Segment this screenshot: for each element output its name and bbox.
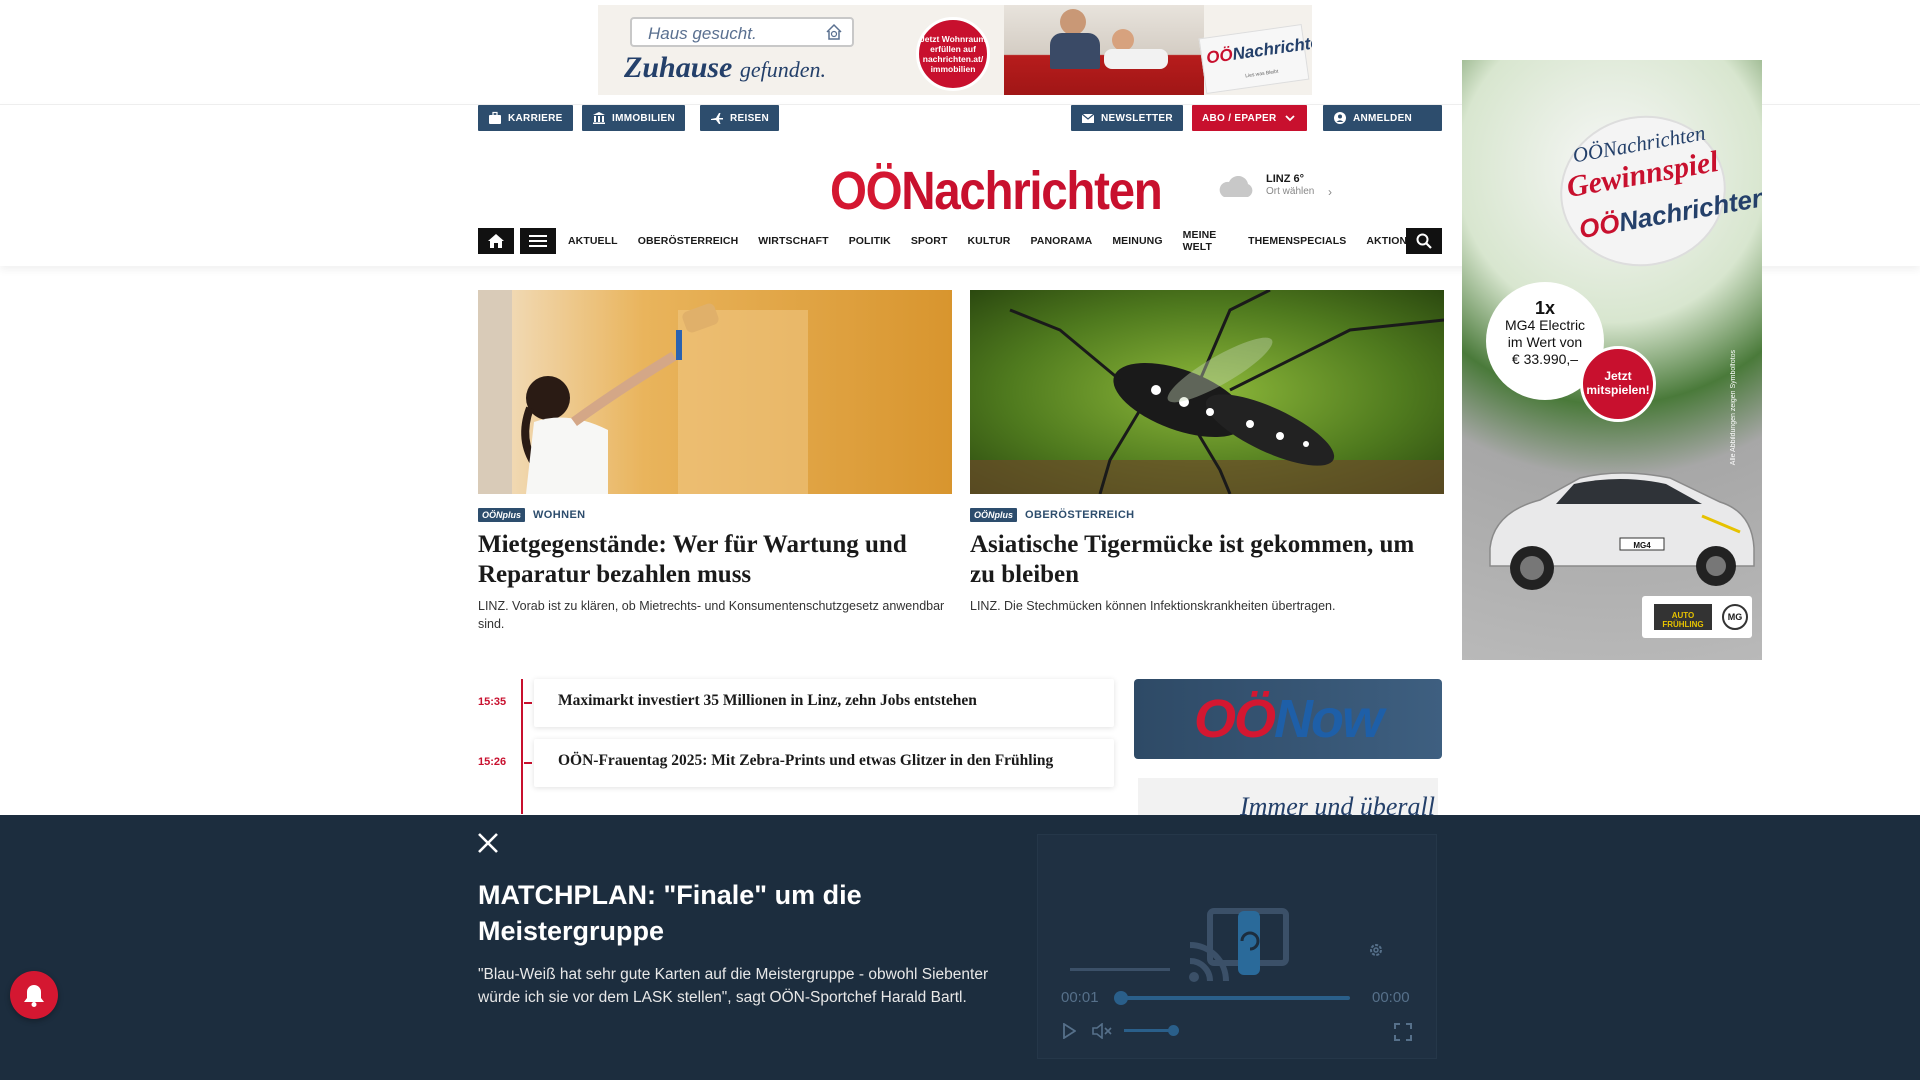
car-image: MG4 — [1489, 472, 1755, 590]
nav-list: AKTUELL OBERÖSTERREICH WIRTSCHAFT POLITI… — [568, 228, 1442, 254]
nav-item-kultur[interactable]: KULTUR — [967, 235, 1010, 247]
immer-ueberall-banner[interactable]: Immer und überall — [1138, 778, 1438, 818]
newsletter-button[interactable]: NEWSLETTER — [1071, 105, 1183, 131]
car-plate: MG4 — [1633, 541, 1651, 550]
building-icon — [593, 112, 605, 124]
nav-item-meinung[interactable]: MEINUNG — [1112, 235, 1162, 247]
page: Haus gesucht. Zuhause gefunden. Jetzt Wo… — [0, 0, 1920, 1080]
timeline-item[interactable]: 15:35 Maximarkt investiert 35 Millionen … — [478, 679, 1114, 727]
dealer-logo: AUTO FRÜHLING — [1654, 604, 1712, 630]
skyscraper-ad[interactable]: OÖNachrichten Gewinnspiel OÖNachrichten … — [1462, 60, 1762, 660]
article-card[interactable]: OÖNplus OBERÖSTERREICH Asiatische Tigerm… — [970, 290, 1444, 615]
banner-tagline: Zuhause gefunden. — [624, 51, 827, 84]
article-image-painting — [478, 290, 952, 494]
reisen-button[interactable]: REISEN — [700, 105, 780, 131]
nav-item-sport[interactable]: SPORT — [911, 235, 948, 247]
plane-icon — [711, 113, 723, 124]
nav-item-themenspecials[interactable]: THEMENSPECIALS — [1248, 235, 1346, 247]
article-category[interactable]: WOHNEN — [533, 509, 586, 521]
article-headline[interactable]: Asiatische Tigermücke ist gekommen, um z… — [970, 530, 1444, 590]
article-image-mosquito — [970, 290, 1444, 494]
timeline-title[interactable]: Maximarkt investiert 35 Millionen in Lin… — [534, 679, 1114, 727]
article-teaser: LINZ. Vorab ist zu klären, ob Mietrechts… — [478, 599, 945, 631]
cloud-icon — [1219, 176, 1253, 197]
banner-search-box: Haus gesucht. — [630, 17, 854, 47]
hamburger-icon — [529, 235, 547, 247]
banner-newspaper: OÖNachrichten Lies was Bleibt — [1198, 24, 1312, 94]
timeline-time: 15:26 — [478, 756, 507, 768]
article-meta: OÖNplus OBERÖSTERREICH — [970, 508, 1444, 522]
mg-logo: MG — [1722, 604, 1748, 630]
video-overlay: MATCHPLAN: "Finale" um die Meistergruppe… — [0, 815, 1920, 1080]
timeline-time: 15:35 — [478, 696, 507, 708]
mini-progress — [1070, 968, 1170, 971]
notification-button[interactable] — [10, 971, 58, 1019]
search-button[interactable] — [1406, 228, 1442, 254]
gear-icon[interactable] — [1368, 942, 1384, 958]
article-card[interactable]: OÖNplus WOHNEN Mietgegenstände: Wer für … — [478, 290, 952, 633]
weather-widget[interactable]: LINZ 6° Ort wählen › — [1216, 170, 1346, 204]
nav-item-meine-welt[interactable]: MEINE WELT — [1183, 229, 1228, 253]
mail-icon — [1081, 113, 1095, 123]
banner-search-text: Haus gesucht. — [648, 24, 757, 43]
user-icon — [1334, 112, 1346, 124]
nav-item-wirtschaft[interactable]: WIRTSCHAFT — [758, 235, 828, 247]
search-icon — [1416, 233, 1432, 249]
fullscreen-icon[interactable] — [1394, 1023, 1412, 1041]
progress-bar[interactable] — [1118, 996, 1350, 1000]
ad-cta-button[interactable]: Jetzt mitspielen! — [1580, 346, 1656, 422]
immobilien-button[interactable]: IMMOBILIEN — [582, 105, 685, 131]
total-time: 00:00 — [1372, 989, 1410, 1006]
oenow-banner[interactable]: OÖ Now — [1134, 679, 1442, 759]
overlay-title[interactable]: MATCHPLAN: "Finale" um die Meistergruppe — [478, 877, 978, 949]
article-category[interactable]: OBERÖSTERREICH — [1025, 509, 1135, 521]
nav-item-oberoesterreich[interactable]: OBERÖSTERREICH — [638, 235, 739, 247]
current-time: 00:01 — [1061, 989, 1099, 1006]
abo-epaper-button[interactable]: ABO / EPAPER — [1192, 105, 1307, 131]
overlay-text: "Blau-Weiß hat sehr gute Karten auf die … — [478, 966, 989, 1006]
ad-brand-logos: AUTO FRÜHLING MG — [1642, 596, 1752, 638]
briefcase-icon — [489, 111, 501, 124]
top-banner-ad[interactable]: Haus gesucht. Zuhause gefunden. Jetzt Wo… — [598, 5, 1312, 95]
banner-photo — [1004, 5, 1204, 95]
cast-icon[interactable] — [1188, 905, 1298, 985]
site-logo[interactable]: OÖNachrichten — [830, 160, 1163, 222]
timeline-title[interactable]: OÖN-Frauentag 2025: Mit Zebra-Prints und… — [534, 739, 1114, 787]
volume-slider[interactable] — [1124, 1029, 1174, 1032]
close-icon[interactable] — [476, 831, 500, 855]
chevron-right-icon: › — [1328, 185, 1332, 199]
video-player[interactable]: 00:01 00:00 — [1037, 834, 1437, 1059]
home-button[interactable] — [478, 228, 514, 254]
menu-button[interactable] — [520, 228, 556, 254]
home-icon — [488, 234, 504, 248]
volume-icon[interactable] — [1092, 1023, 1112, 1039]
nav-item-politik[interactable]: POLITIK — [849, 235, 891, 247]
play-icon[interactable] — [1062, 1023, 1076, 1039]
chevron-down-icon — [1284, 115, 1295, 122]
article-meta: OÖNplus WOHNEN — [478, 508, 952, 522]
article-headline[interactable]: Mietgegenstände: Wer für Wartung und Rep… — [478, 530, 952, 590]
weather-location-link[interactable]: Ort wählen — [1266, 186, 1314, 197]
house-icon — [826, 23, 842, 40]
banner-badge: Jetzt Wohnraum erfüllen auf nachrichten.… — [916, 17, 990, 91]
nav-item-panorama[interactable]: PANORAMA — [1030, 235, 1092, 247]
plus-badge: OÖNplus — [478, 508, 526, 522]
karriere-button[interactable]: KARRIERE — [478, 105, 573, 131]
progress-handle[interactable] — [1114, 991, 1128, 1005]
anmelden-button[interactable]: ANMELDEN — [1323, 105, 1442, 131]
timeline-item[interactable]: 15:26 OÖN-Frauentag 2025: Mit Zebra-Prin… — [478, 739, 1114, 787]
volume-handle[interactable] — [1168, 1025, 1179, 1036]
article-teaser: LINZ. Die Stechmücken können Infektionsk… — [970, 599, 1336, 613]
main-navigation: AKTUELL OBERÖSTERREICH WIRTSCHAFT POLITI… — [478, 228, 1442, 254]
weather-city: LINZ 6° — [1266, 173, 1305, 185]
plus-badge: OÖNplus — [970, 508, 1018, 522]
bell-icon — [24, 985, 44, 1007]
nav-item-aktuell[interactable]: AKTUELL — [568, 235, 618, 247]
